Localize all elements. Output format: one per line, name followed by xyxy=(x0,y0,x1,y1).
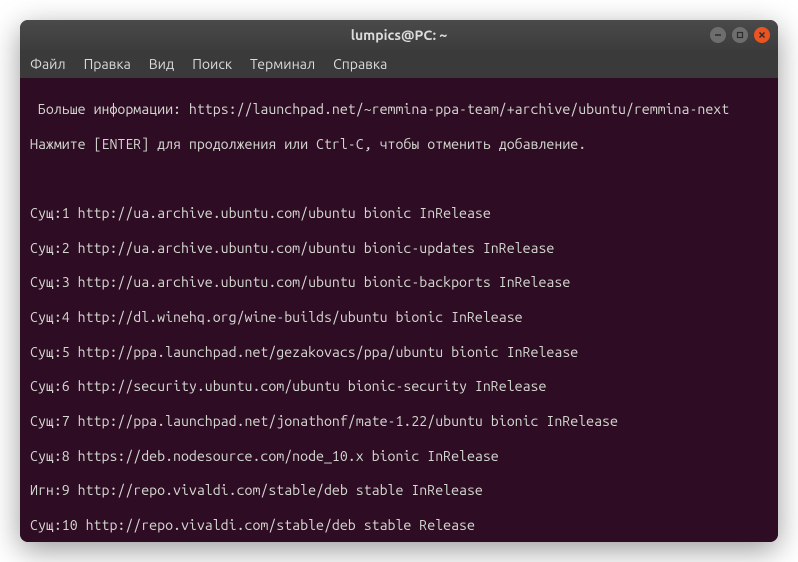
output-line: Сущ:1 http://ua.archive.ubuntu.com/ubunt… xyxy=(30,205,768,222)
terminal-output[interactable]: Больше информации: https://launchpad.net… xyxy=(20,78,778,542)
menu-help[interactable]: Справка xyxy=(333,56,387,72)
menu-edit[interactable]: Правка xyxy=(84,56,131,72)
window-title: lumpics@PC: ~ xyxy=(351,27,448,43)
window-controls xyxy=(710,27,770,43)
menubar: Файл Правка Вид Поиск Терминал Справка xyxy=(20,50,778,78)
output-line: Сущ:3 http://ua.archive.ubuntu.com/ubunt… xyxy=(30,274,768,291)
output-line: Сущ:8 https://deb.nodesource.com/node_10… xyxy=(30,448,768,465)
menu-view[interactable]: Вид xyxy=(149,56,174,72)
output-line: Сущ:4 http://dl.winehq.org/wine-builds/u… xyxy=(30,309,768,326)
menu-terminal[interactable]: Терминал xyxy=(250,56,315,72)
output-line xyxy=(30,171,768,188)
output-line: Нажмите [ENTER] для продолжения или Ctrl… xyxy=(30,136,768,153)
output-line: Больше информации: https://launchpad.net… xyxy=(30,101,768,118)
output-line: Сущ:10 http://repo.vivaldi.com/stable/de… xyxy=(30,517,768,534)
minimize-icon xyxy=(714,31,722,39)
output-line: Сущ:6 http://security.ubuntu.com/ubuntu … xyxy=(30,378,768,395)
menu-search[interactable]: Поиск xyxy=(192,56,232,72)
output-line: Игн:9 http://repo.vivaldi.com/stable/deb… xyxy=(30,482,768,499)
maximize-icon xyxy=(736,31,744,39)
close-icon xyxy=(758,31,766,39)
close-button[interactable] xyxy=(754,27,770,43)
menu-file[interactable]: Файл xyxy=(30,56,66,72)
output-line: Сущ:5 http://ppa.launchpad.net/gezakovac… xyxy=(30,344,768,361)
output-line: Сущ:2 http://ua.archive.ubuntu.com/ubunt… xyxy=(30,240,768,257)
maximize-button[interactable] xyxy=(732,27,748,43)
output-line: Сущ:7 http://ppa.launchpad.net/jonathonf… xyxy=(30,413,768,430)
titlebar: lumpics@PC: ~ xyxy=(20,20,778,50)
terminal-window: lumpics@PC: ~ Файл Правка Вид Поиск Терм… xyxy=(20,20,778,542)
minimize-button[interactable] xyxy=(710,27,726,43)
